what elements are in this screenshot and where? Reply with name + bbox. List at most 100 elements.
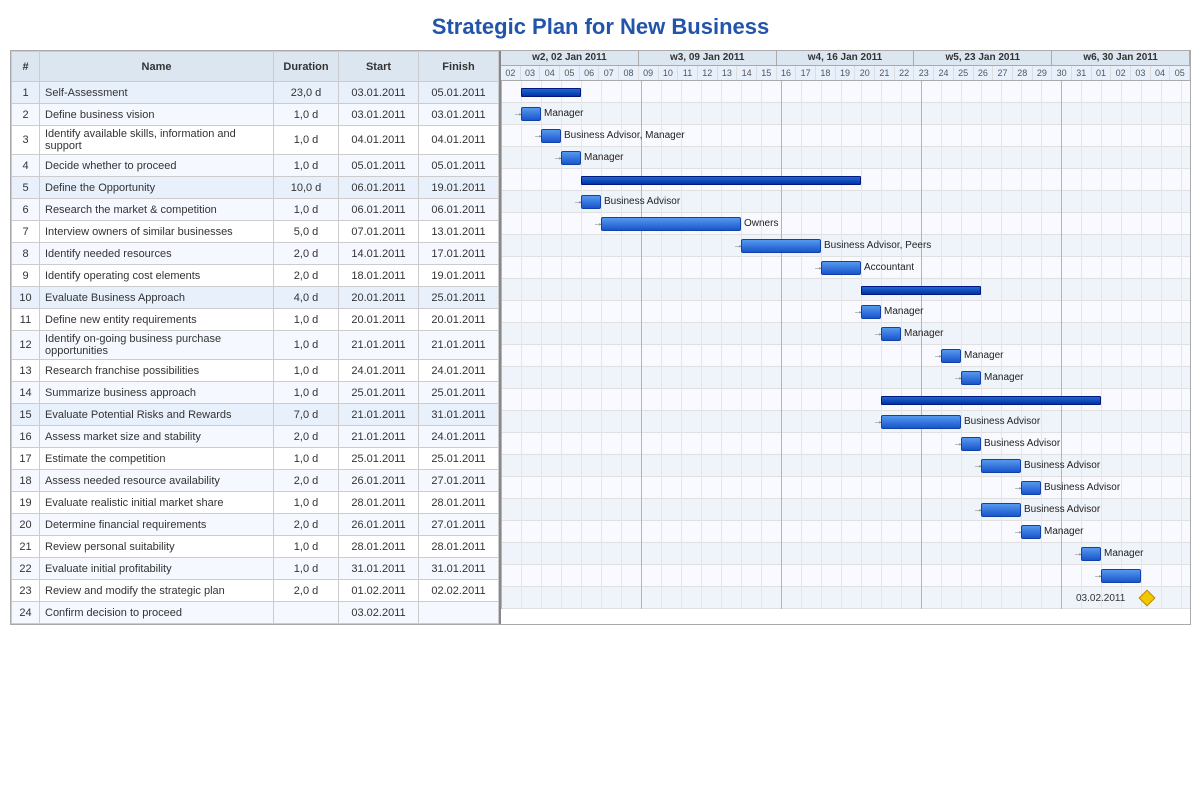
row-finish: 06.01.2011: [419, 199, 499, 221]
row-start: 04.01.2011: [339, 126, 419, 155]
day-header: 28: [1013, 66, 1033, 80]
col-header-num: #: [12, 52, 40, 82]
gantt-bar-parent: [521, 88, 581, 97]
row-duration: 1,0 d: [274, 309, 339, 331]
row-finish: 24.01.2011: [419, 360, 499, 382]
day-grid-line: [741, 81, 742, 609]
day-grid-line: [521, 81, 522, 609]
row-start: 03.01.2011: [339, 82, 419, 104]
row-finish: 20.01.2011: [419, 309, 499, 331]
row-duration: 2,0 d: [274, 265, 339, 287]
row-id: 14: [12, 382, 40, 404]
day-header: 02: [1111, 66, 1131, 80]
day-grid-line: [721, 81, 722, 609]
table-row: 13 Research franchise possibilities 1,0 …: [12, 360, 499, 382]
task-table: # Name Duration Start Finish 1 Self-Asse…: [11, 51, 501, 624]
day-header: 01: [1092, 66, 1112, 80]
day-grid-line: [881, 81, 882, 609]
day-header: 03: [1131, 66, 1151, 80]
row-finish: 02.02.2011: [419, 580, 499, 602]
day-header: 25: [954, 66, 974, 80]
bar-label: Business Advisor: [1024, 504, 1100, 515]
row-id: 17: [12, 448, 40, 470]
table-row: 15 Evaluate Potential Risks and Rewards …: [12, 404, 499, 426]
day-grid-line: [961, 81, 962, 609]
row-name: Define new entity requirements: [40, 309, 274, 331]
row-duration: 1,0 d: [274, 331, 339, 360]
day-grid-line: [821, 81, 822, 609]
row-finish: 13.01.2011: [419, 221, 499, 243]
row-id: 12: [12, 331, 40, 360]
row-duration: [274, 602, 339, 624]
day-grid-line: [1041, 81, 1042, 609]
gantt-bar: [861, 305, 881, 319]
gantt-bar-parent: [861, 286, 981, 295]
day-header: 15: [757, 66, 777, 80]
table-row: 19 Evaluate realistic initial market sha…: [12, 492, 499, 514]
row-finish: 05.01.2011: [419, 155, 499, 177]
row-start: 25.01.2011: [339, 382, 419, 404]
row-duration: 1,0 d: [274, 558, 339, 580]
row-id: 2: [12, 104, 40, 126]
row-duration: 1,0 d: [274, 360, 339, 382]
row-finish: 17.01.2011: [419, 243, 499, 265]
gantt-bar-parent: [881, 396, 1101, 405]
gantt-bar: [1081, 547, 1101, 561]
row-finish: 28.01.2011: [419, 492, 499, 514]
day-grid-line: [801, 81, 802, 609]
table-row: 22 Evaluate initial profitability 1,0 d …: [12, 558, 499, 580]
row-name: Confirm decision to proceed: [40, 602, 274, 624]
row-start: 18.01.2011: [339, 265, 419, 287]
row-name: Research franchise possibilities: [40, 360, 274, 382]
gantt-bar: [981, 459, 1021, 473]
gantt-bar: [1101, 569, 1141, 583]
week-header: w6, 30 Jan 2011: [1052, 51, 1190, 65]
col-header-duration: Duration: [274, 52, 339, 82]
day-header: 03: [521, 66, 541, 80]
day-grid-line: [921, 81, 922, 609]
row-duration: 2,0 d: [274, 426, 339, 448]
bar-label: Manager: [904, 328, 943, 339]
row-start: 21.01.2011: [339, 404, 419, 426]
table-row: 12 Identify on-going business purchase o…: [12, 331, 499, 360]
row-name: Self-Assessment: [40, 82, 274, 104]
day-grid-line: [641, 81, 642, 609]
row-duration: 1,0 d: [274, 155, 339, 177]
day-grid-line: [701, 81, 702, 609]
row-start: 06.01.2011: [339, 177, 419, 199]
bar-label: Manager: [984, 372, 1023, 383]
bar-label: Manager: [964, 350, 1003, 361]
table-row: 18 Assess needed resource availability 2…: [12, 470, 499, 492]
row-start: 26.01.2011: [339, 470, 419, 492]
row-duration: 1,0 d: [274, 492, 339, 514]
day-grid-line: [1121, 81, 1122, 609]
gantt-bar: [821, 261, 861, 275]
day-header: 27: [993, 66, 1013, 80]
table-row: 6 Research the market & competition 1,0 …: [12, 199, 499, 221]
gantt-bar: [961, 437, 981, 451]
gantt-bar: [881, 327, 901, 341]
row-name: Interview owners of similar businesses: [40, 221, 274, 243]
day-grid-line: [501, 81, 502, 609]
gantt-bar: [1021, 525, 1041, 539]
row-duration: 2,0 d: [274, 514, 339, 536]
day-header: 09: [639, 66, 659, 80]
chart-row: [501, 411, 1190, 433]
row-id: 18: [12, 470, 40, 492]
day-grid-line: [941, 81, 942, 609]
day-header: 10: [659, 66, 679, 80]
table-row: 24 Confirm decision to proceed 03.02.201…: [12, 602, 499, 624]
table-row: 14 Summarize business approach 1,0 d 25.…: [12, 382, 499, 404]
row-start: 21.01.2011: [339, 331, 419, 360]
row-start: 03.01.2011: [339, 104, 419, 126]
row-duration: 23,0 d: [274, 82, 339, 104]
col-header-start: Start: [339, 52, 419, 82]
day-header: 31: [1072, 66, 1092, 80]
milestone-label: 03.02.2011: [1076, 593, 1125, 604]
row-name: Identify needed resources: [40, 243, 274, 265]
day-header: 14: [737, 66, 757, 80]
day-grid-line: [901, 81, 902, 609]
table-row: 7 Interview owners of similar businesses…: [12, 221, 499, 243]
chart-body: →Manager→Business Advisor, Manager→Manag…: [501, 81, 1190, 609]
day-grid-line: [1101, 81, 1102, 609]
